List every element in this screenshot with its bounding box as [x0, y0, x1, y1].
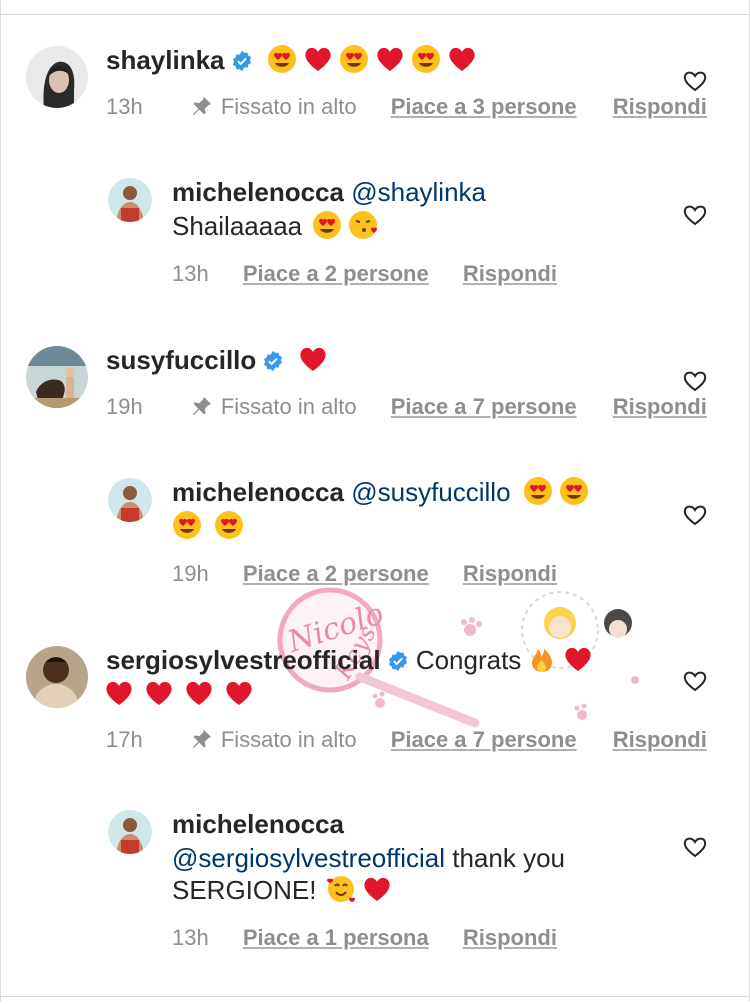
red-heart-emoji-icon [303, 44, 333, 74]
username[interactable]: sergiosylvestreofficial [106, 645, 381, 675]
pinned-label: Fissato in alto [220, 394, 357, 419]
like-heart-icon[interactable] [682, 502, 708, 528]
mention-link[interactable]: @shaylinka [351, 177, 486, 207]
comment-time: 19h [106, 394, 143, 419]
heart-eyes-emoji-icon [214, 510, 244, 540]
likes-link[interactable]: Piace a 2 persone [243, 261, 429, 286]
verified-badge-icon [262, 347, 284, 372]
avatar[interactable] [108, 478, 152, 522]
red-heart-emoji-icon [224, 678, 254, 708]
smiling-face-with-hearts-emoji-icon [326, 874, 356, 904]
pin-icon [191, 395, 213, 417]
pinned-label: Fissato in alto [220, 94, 357, 119]
likes-link[interactable]: Piace a 3 persone [391, 94, 577, 119]
heart-eyes-emoji-icon [523, 476, 553, 506]
reply-button[interactable]: Rispondi [613, 94, 707, 119]
bottom-divider [0, 996, 750, 997]
username[interactable]: susyfuccillo [106, 345, 256, 375]
likes-link[interactable]: Piace a 1 persona [243, 925, 429, 950]
likes-link[interactable]: Piace a 7 persone [391, 394, 577, 419]
heart-eyes-emoji-icon [312, 210, 342, 240]
reply-button[interactable]: Rispondi [463, 561, 557, 586]
heart-eyes-emoji-icon [172, 510, 202, 540]
like-heart-icon[interactable] [682, 68, 708, 94]
red-heart-emoji-icon [104, 678, 134, 708]
like-heart-icon[interactable] [682, 368, 708, 394]
fire-emoji-icon [527, 644, 557, 674]
reply-button[interactable]: Rispondi [463, 925, 557, 950]
like-heart-icon[interactable] [682, 668, 708, 694]
heart-eyes-emoji-icon [411, 44, 441, 74]
comment-text: Congrats [415, 645, 522, 675]
red-heart-emoji-icon [563, 644, 593, 674]
comment-time: 17h [106, 727, 143, 752]
like-heart-icon[interactable] [682, 834, 708, 860]
pin-icon [191, 728, 213, 750]
red-heart-emoji-icon [447, 44, 477, 74]
red-heart-emoji-icon [375, 44, 405, 74]
verified-badge-icon [387, 647, 409, 672]
red-heart-emoji-icon [362, 874, 392, 904]
red-heart-emoji-icon [144, 678, 174, 708]
comment-time: 19h [172, 561, 209, 586]
reply-button[interactable]: Rispondi [463, 261, 557, 286]
avatar[interactable] [26, 346, 88, 408]
likes-link[interactable]: Piace a 2 persone [243, 561, 429, 586]
heart-eyes-emoji-icon [339, 44, 369, 74]
mention-link[interactable]: @susyfuccillo [351, 477, 510, 507]
comment-text: Shailaaaaa [172, 211, 303, 241]
username[interactable]: michelenocca [172, 809, 344, 839]
comment-text: thank you [452, 843, 565, 873]
likes-link[interactable]: Piace a 7 persone [391, 727, 577, 752]
comment-time: 13h [172, 261, 209, 286]
username[interactable]: michelenocca [172, 177, 344, 207]
verified-badge-icon [231, 47, 253, 72]
top-divider [0, 14, 750, 15]
pinned-label: Fissato in alto [220, 727, 357, 752]
comment-time: 13h [106, 94, 143, 119]
heart-eyes-emoji-icon [559, 476, 589, 506]
like-heart-icon[interactable] [682, 202, 708, 228]
red-heart-emoji-icon [298, 344, 328, 374]
avatar[interactable] [26, 46, 88, 108]
red-heart-emoji-icon [184, 678, 214, 708]
username[interactable]: michelenocca [172, 477, 344, 507]
reply-button[interactable]: Rispondi [613, 394, 707, 419]
username[interactable]: shaylinka [106, 45, 225, 75]
comment-text: SERGIONE! [172, 875, 317, 905]
reply-button[interactable]: Rispondi [613, 727, 707, 752]
heart-eyes-emoji-icon [267, 44, 297, 74]
mention-link[interactable]: @sergiosylvestreofficial [172, 843, 445, 873]
avatar[interactable] [26, 646, 88, 708]
avatar[interactable] [108, 178, 152, 222]
avatar[interactable] [108, 810, 152, 854]
comment-time: 13h [172, 925, 209, 950]
kissing-face-emoji-icon [348, 210, 378, 240]
pin-icon [191, 95, 213, 117]
